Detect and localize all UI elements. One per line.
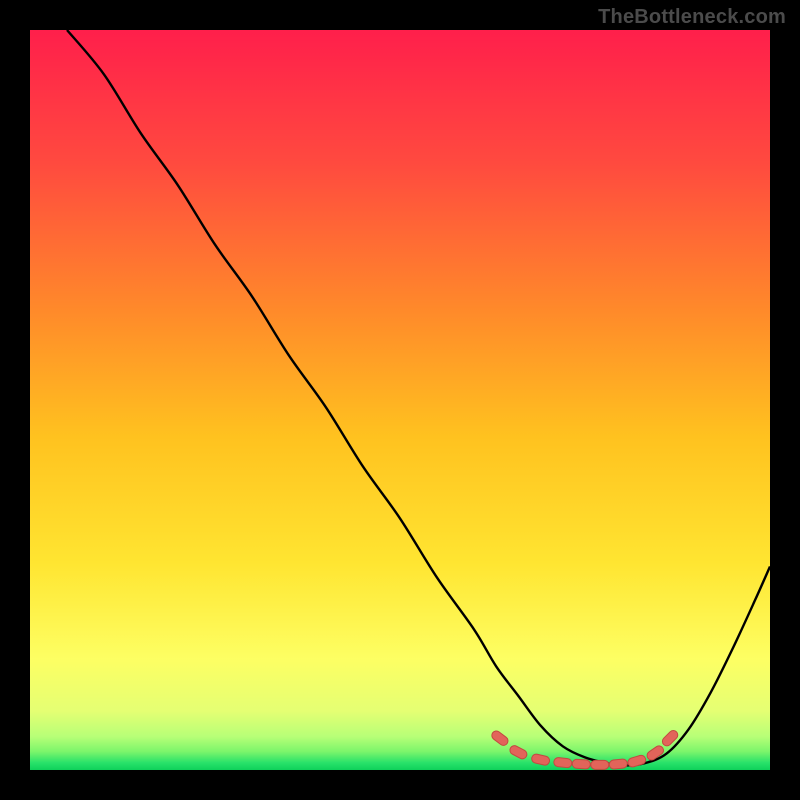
watermark-text: TheBottleneck.com xyxy=(598,6,786,29)
valley-marker xyxy=(490,729,510,747)
valley-marker xyxy=(553,757,572,768)
bottleneck-curve xyxy=(67,30,770,766)
curve-layer xyxy=(30,30,770,770)
valley-marker xyxy=(609,759,628,770)
valley-marker xyxy=(508,744,528,760)
valley-marker xyxy=(627,754,647,768)
marker-group xyxy=(490,729,680,770)
valley-marker xyxy=(572,759,591,769)
valley-marker xyxy=(591,760,609,769)
valley-marker xyxy=(531,753,551,766)
plot-area xyxy=(30,30,770,770)
chart-stage: TheBottleneck.com xyxy=(0,0,800,800)
